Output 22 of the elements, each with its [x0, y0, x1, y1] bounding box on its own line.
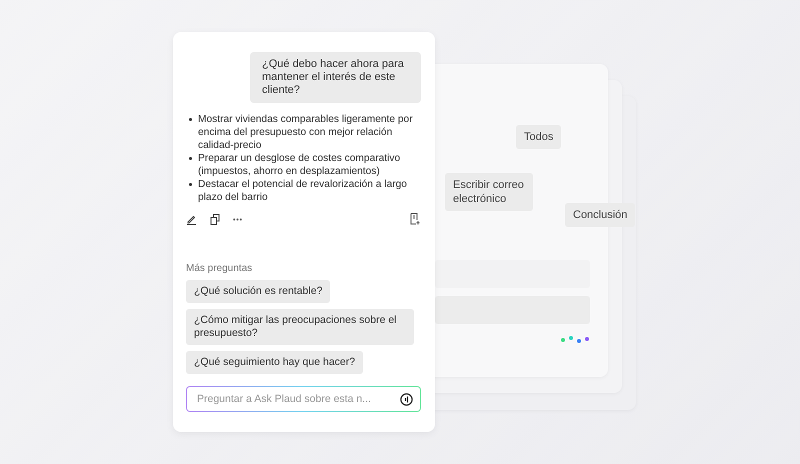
bullet-icon — [189, 118, 192, 121]
action-chip[interactable]: Escribir correo electrónico — [445, 173, 533, 211]
edit-icon[interactable] — [186, 214, 197, 224]
action-chip[interactable]: Todos — [516, 125, 562, 149]
question-bubble: ¿Qué debo hacer ahora para mantener el interés de este cliente? — [250, 52, 421, 103]
bullet-icon — [189, 183, 192, 186]
input-field[interactable]: Preguntar a Ask Plaud sobre esta n... — [186, 386, 421, 412]
section-title: Más preguntas — [186, 263, 254, 274]
copy-icon[interactable] — [210, 214, 220, 224]
action-chip[interactable]: Conclusión — [565, 203, 636, 227]
answer-point: Preparar un desglose de costes comparativo (impuestos, ahorro en desplazamientos) — [198, 152, 402, 178]
answer-point: Mostrar viviendas comparables ligeramente por encima del presupuesto con mejor relación calidad-precio — [198, 113, 414, 152]
suggested-question[interactable]: ¿Qué seguimiento hay que hacer? — [186, 351, 364, 374]
bullet-icon — [189, 157, 192, 160]
document-add-icon[interactable] — [410, 213, 421, 225]
more-icon[interactable] — [233, 218, 242, 220]
suggested-question[interactable]: ¿Cómo mitigar las preocupaciones sobre el presupuesto? — [186, 309, 414, 345]
voice-icon[interactable] — [400, 392, 413, 406]
suggested-question[interactable]: ¿Qué solución es rentable? — [186, 280, 330, 303]
loading-dots-icon — [560, 335, 592, 344]
ask-input[interactable]: Preguntar a Ask Plaud sobre esta n... — [195, 392, 400, 406]
answer-point: Destacar el potencial de revalorización a largo plazo del barrio — [198, 178, 408, 204]
